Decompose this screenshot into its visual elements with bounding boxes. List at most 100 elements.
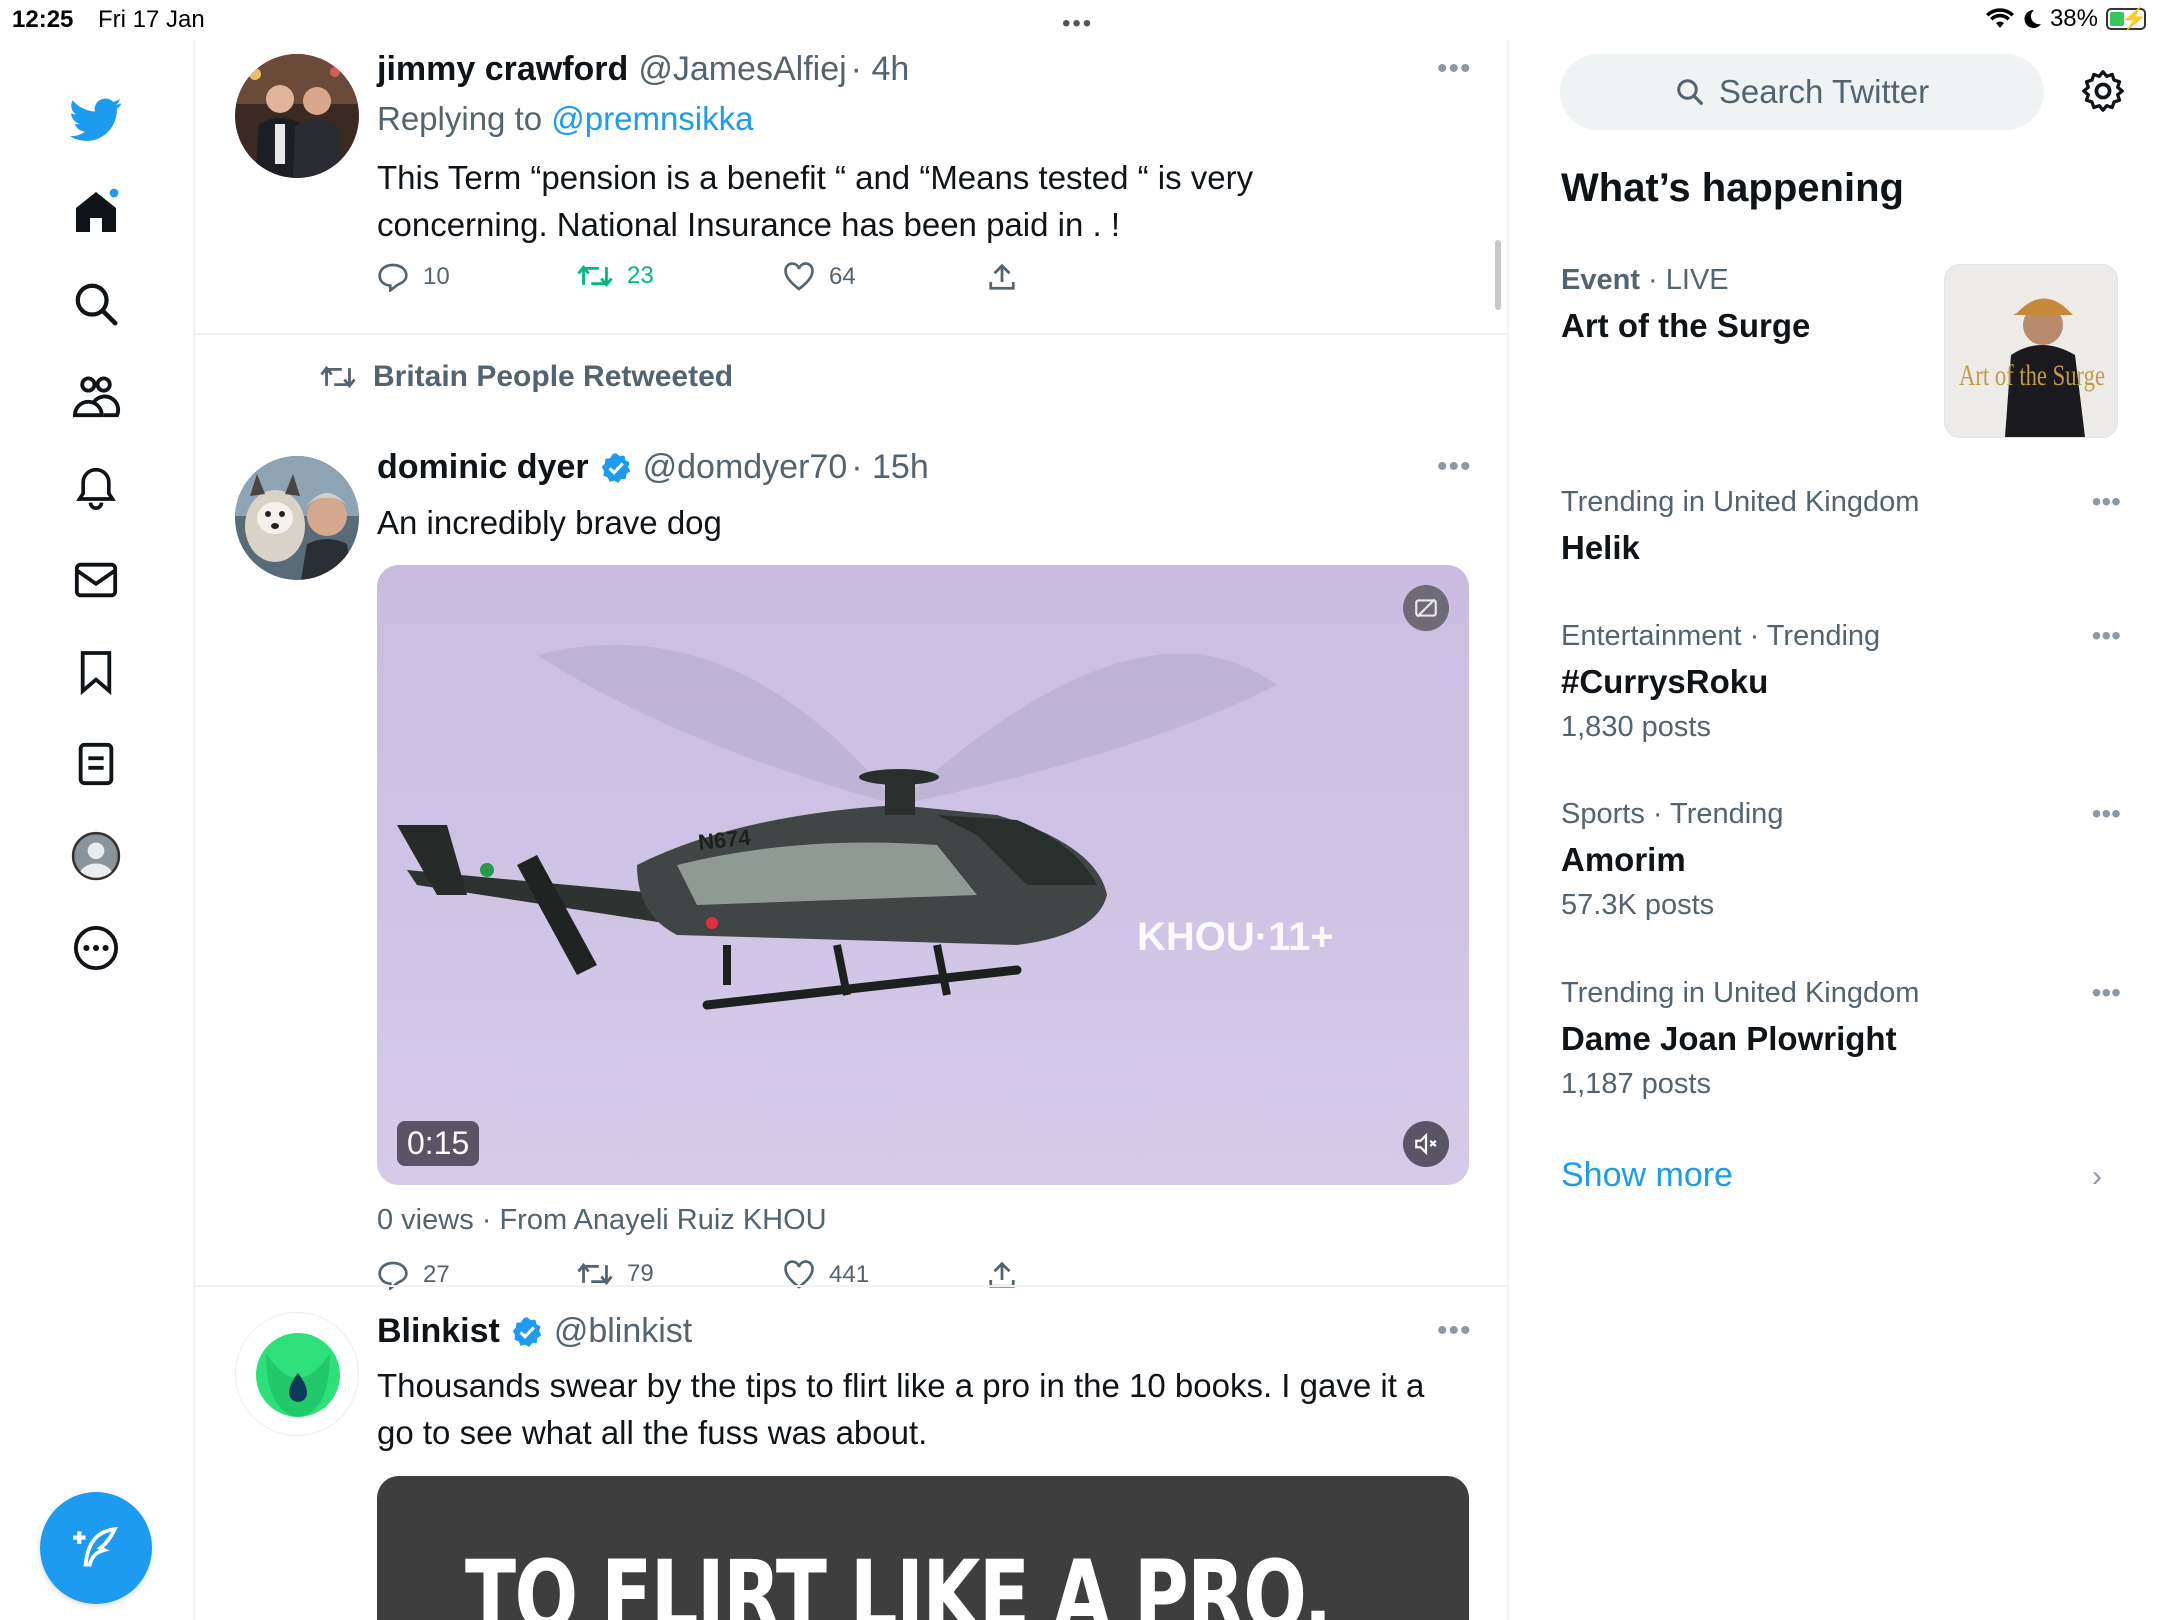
video-player[interactable]: N674 KHOU·11+ 0:15 xyxy=(377,565,1469,1185)
settings-gear-icon[interactable] xyxy=(2078,66,2128,116)
trend-post-count: 57.3K posts xyxy=(1561,889,1715,921)
gif-options-icon[interactable] xyxy=(1403,585,1449,631)
event-live: · LIVE xyxy=(1639,264,1729,296)
trend-more-icon[interactable]: ••• xyxy=(2092,977,2121,1009)
share-icon xyxy=(989,263,1015,290)
search-icon xyxy=(1677,79,1703,105)
tweet-more-icon[interactable]: ••• xyxy=(1437,450,1472,484)
show-more-link[interactable]: Show more xyxy=(1561,1156,1733,1195)
author-handle[interactable]: @domdyer70 xyxy=(643,448,848,487)
like-button[interactable]: 64 xyxy=(783,262,856,292)
retweet-button[interactable]: 23 xyxy=(577,262,654,290)
trend-title: #CurrysRoku xyxy=(1561,663,1769,700)
replying-to: Replying to @premnsikka xyxy=(377,100,754,138)
scrollbar[interactable] xyxy=(1495,240,1501,310)
tweet-text: An incredibly brave dog xyxy=(377,504,722,541)
retweeted-by[interactable]: Britain People Retweeted xyxy=(373,360,733,394)
author-handle[interactable]: @JamesAlfiej xyxy=(638,50,846,89)
trend-more-icon[interactable]: ••• xyxy=(2092,620,2121,652)
tweet-time[interactable]: · 4h xyxy=(851,50,910,89)
tweet-more-icon[interactable]: ••• xyxy=(1437,52,1472,86)
status-right: 38% ⚡ xyxy=(1985,5,2147,33)
status-bar: 12:25 Fri 17 Jan ••• 38% ⚡ xyxy=(0,0,2160,40)
tweet-header: Blinkist @blinkist xyxy=(377,1312,692,1351)
verified-badge-icon xyxy=(601,452,630,483)
event-label: Event xyxy=(1561,264,1640,296)
tweet-text-line: concerning. National Insurance has been … xyxy=(377,206,1120,243)
retweet-count: 79 xyxy=(627,1260,654,1287)
video-duration: 0:15 xyxy=(397,1121,480,1166)
moon-icon xyxy=(2024,9,2041,28)
tweet-more-icon[interactable]: ••• xyxy=(1437,1314,1472,1348)
trend-more-icon[interactable]: ••• xyxy=(2092,486,2121,518)
avatar[interactable] xyxy=(235,54,359,178)
mute-icon[interactable] xyxy=(1403,1121,1449,1167)
home-icon[interactable] xyxy=(66,182,126,242)
reply-count: 10 xyxy=(423,263,450,290)
event-thumbnail[interactable]: Art of the Surge xyxy=(1944,264,2118,438)
compose-tweet-button[interactable] xyxy=(40,1492,152,1604)
trend-title: Amorim xyxy=(1561,841,1686,878)
event-thumbnail-image: Art of the Surge xyxy=(1945,265,2117,437)
notifications-bell-icon[interactable] xyxy=(66,458,126,518)
retweet-small-icon xyxy=(320,365,356,389)
tweet-time[interactable]: · 15h xyxy=(851,448,929,487)
bookmark-icon[interactable] xyxy=(66,642,126,702)
search-input[interactable]: Search Twitter xyxy=(1560,54,2044,130)
compose-tweet-icon xyxy=(73,1527,118,1567)
tweet-header: jimmy crawford @JamesAlfiej · 4h xyxy=(377,50,909,89)
blinkist-logo-icon xyxy=(256,1333,340,1417)
trend-post-count: 1,830 posts xyxy=(1561,711,1711,743)
tweet-divider xyxy=(195,333,1507,335)
messages-envelope-icon[interactable] xyxy=(66,550,126,610)
tweet-divider xyxy=(195,1285,1507,1287)
author-name[interactable]: Blinkist xyxy=(377,1312,500,1351)
left-navigation xyxy=(0,40,195,1620)
tweet-text-line: go to see what all the fuss was about. xyxy=(377,1414,928,1451)
trend-title: Dame Joan Plowright xyxy=(1561,1020,1897,1057)
avatar[interactable] xyxy=(235,456,359,580)
like-count: 64 xyxy=(829,263,856,290)
reply-button[interactable]: 10 xyxy=(377,262,450,292)
trend-item[interactable]: Trending in United Kingdom Dame Joan Plo… xyxy=(1561,977,2121,1101)
search-placeholder: Search Twitter xyxy=(1718,73,1930,110)
chevron-right-icon[interactable]: › xyxy=(2092,1160,2102,1194)
replying-to-link[interactable]: @premnsikka xyxy=(551,100,753,137)
trend-post-count: 1,187 posts xyxy=(1561,1068,1711,1100)
retweet-icon xyxy=(577,1262,613,1286)
thumbnail-text: Art of the Surge xyxy=(1959,359,2105,392)
retweet-context: Britain People Retweeted xyxy=(319,360,733,394)
author-name[interactable]: jimmy crawford xyxy=(377,50,628,89)
lists-icon[interactable] xyxy=(66,734,126,794)
author-handle[interactable]: @blinkist xyxy=(554,1312,692,1351)
wifi-icon xyxy=(1985,8,2014,28)
tweet-text-line: Thousands swear by the tips to flirt lik… xyxy=(377,1367,1425,1404)
whats-happening-heading: What’s happening xyxy=(1561,166,1904,210)
search-icon[interactable] xyxy=(66,274,126,334)
author-name[interactable]: dominic dyer xyxy=(377,448,589,487)
tweet-text: This Term “pension is a benefit “ and “M… xyxy=(377,154,1477,248)
trend-context: Trending in United Kingdom xyxy=(1561,486,1920,518)
helicopter-video-frame: N674 KHOU·11+ xyxy=(377,565,1469,1185)
promo-image[interactable]: TO FLIRT LIKE A PRO. xyxy=(377,1476,1469,1620)
trend-context: Trending in United Kingdom xyxy=(1561,977,1920,1009)
trend-item[interactable]: Trending in United Kingdom Helik ••• xyxy=(1561,486,2121,567)
clock: 12:25 xyxy=(12,6,74,33)
share-button[interactable] xyxy=(987,262,1017,292)
profile-avatar-icon[interactable] xyxy=(66,826,126,886)
verified-badge-icon xyxy=(512,1316,541,1347)
reply-icon xyxy=(378,263,408,292)
retweet-button[interactable]: 79 xyxy=(577,1260,654,1288)
communities-icon[interactable] xyxy=(66,366,126,426)
avatar[interactable] xyxy=(235,1312,359,1436)
video-views-source: 0 views · From Anayeli Ruiz KHOU xyxy=(377,1204,827,1236)
trend-item[interactable]: Sports · Trending Amorim 57.3K posts ••• xyxy=(1561,798,2121,922)
trend-more-icon[interactable]: ••• xyxy=(2092,798,2121,830)
tweet-text: Thousands swear by the tips to flirt lik… xyxy=(377,1362,1487,1456)
trend-item[interactable]: Entertainment · Trending #CurrysRoku 1,8… xyxy=(1561,620,2121,744)
multitasking-dots-icon[interactable]: ••• xyxy=(1062,10,1093,38)
tweet-header: dominic dyer @domdyer70 · 15h xyxy=(377,448,929,487)
timeline[interactable]: jimmy crawford @JamesAlfiej · 4h ••• Rep… xyxy=(195,40,1509,1620)
twitter-logo-icon[interactable] xyxy=(66,90,126,150)
more-options-icon[interactable] xyxy=(66,918,126,978)
